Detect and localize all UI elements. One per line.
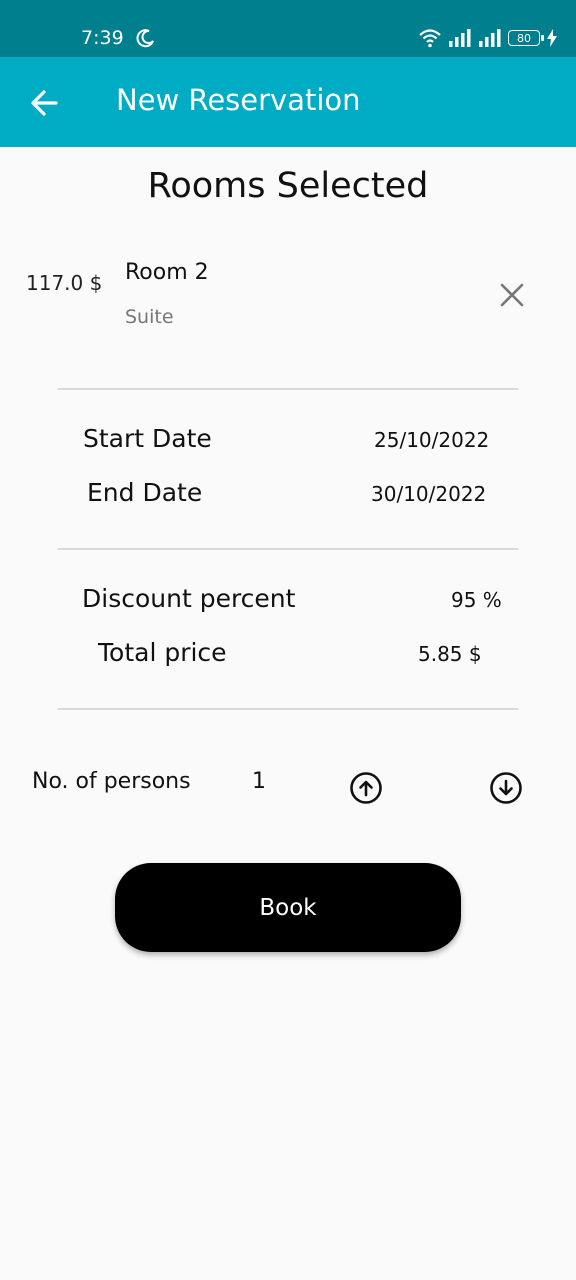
app-bar: New Reservation <box>0 57 576 147</box>
room-type: Suite <box>125 306 174 328</box>
close-icon[interactable] <box>497 280 527 310</box>
divider <box>58 388 518 390</box>
signal-icon <box>449 29 471 47</box>
section-title: Rooms Selected <box>147 166 429 206</box>
charging-icon <box>547 29 557 47</box>
start-date-label: Start Date <box>83 424 212 453</box>
total-price-label: Total price <box>98 638 227 667</box>
divider <box>58 548 518 550</box>
discount-value: 95 % <box>451 588 502 612</box>
end-date-value: 30/10/2022 <box>371 482 487 506</box>
signal-icon-2 <box>479 29 501 47</box>
divider <box>58 708 518 710</box>
status-time: 7:39 <box>81 27 124 49</box>
persons-count: 1 <box>252 769 266 794</box>
back-arrow-icon[interactable] <box>26 85 66 121</box>
total-price-value: 5.85 $ <box>418 642 482 666</box>
wifi-icon <box>419 29 441 48</box>
room-name: Room 2 <box>125 260 209 285</box>
arrow-up-circle-icon[interactable] <box>349 771 383 805</box>
moon-icon <box>136 29 154 48</box>
start-date-value: 25/10/2022 <box>374 428 490 452</box>
arrow-down-circle-icon[interactable] <box>489 771 523 805</box>
discount-label: Discount percent <box>82 584 296 613</box>
end-date-label: End Date <box>87 478 203 507</box>
battery-icon: 80 <box>508 30 544 46</box>
persons-label: No. of persons <box>32 769 191 794</box>
status-bar: 7:39 80 <box>0 0 576 57</box>
book-button[interactable]: Book <box>115 863 461 952</box>
page-title: New Reservation <box>116 83 361 117</box>
room-price: 117.0 $ <box>26 271 103 295</box>
